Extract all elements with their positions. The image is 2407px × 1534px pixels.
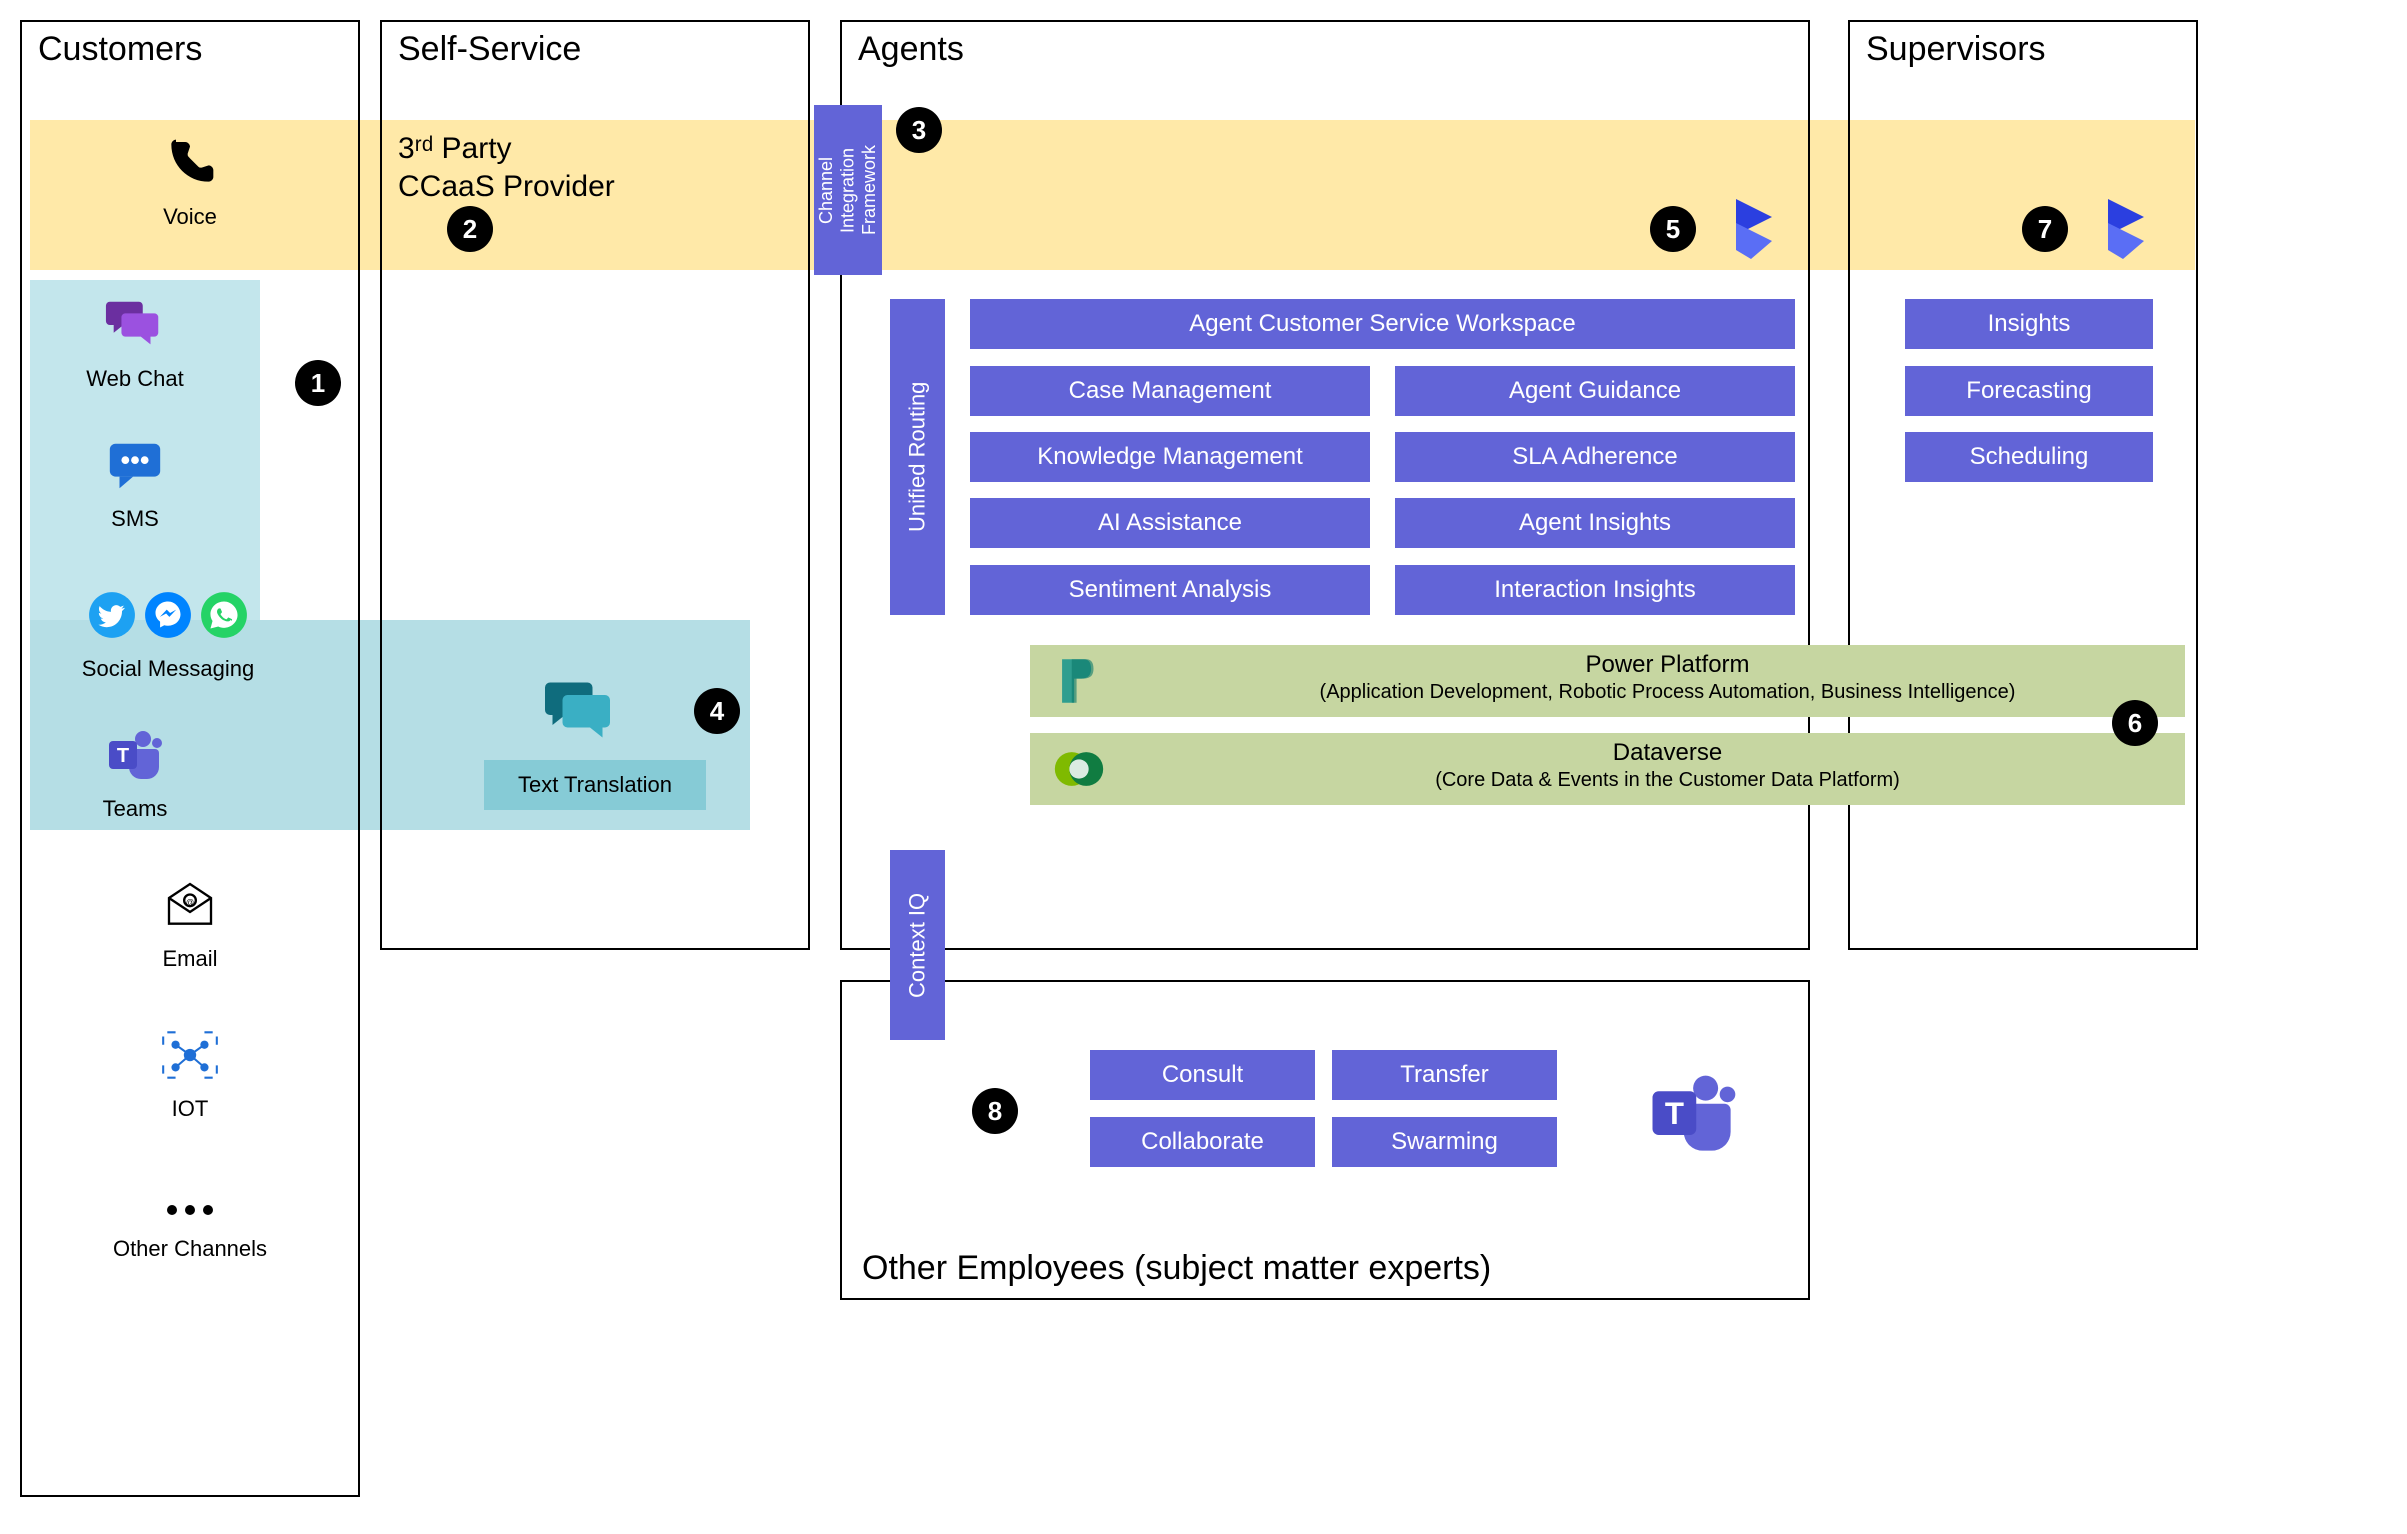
section-supervisors-title: Supervisors [1866,30,2046,69]
dynamics-icon-supervisors [2090,193,2162,265]
section-other-employees-title: Other Employees (subject matter experts) [862,1249,1491,1288]
dynamics-icon-agents [1718,193,1790,265]
teams-icon: T [35,720,235,790]
section-selfservice-title: Self-Service [398,30,581,69]
channel-voice: Voice [80,128,300,230]
ellipsis-icon [80,1190,300,1230]
block-sup-forecasting: Forecasting [1905,366,2153,416]
block-agent-guidance: Agent Guidance [1395,366,1795,416]
ccaas-label-line1: 3ʳᵈ Party [398,132,512,166]
badge-4: 4 [694,688,740,734]
block-case-mgmt: Case Management [970,366,1370,416]
messenger-icon [143,590,193,640]
phone-icon [80,128,300,198]
webchat-icon [35,290,235,360]
context-iq-block: Context IQ [890,850,945,1040]
block-transfer: Transfer [1332,1050,1557,1100]
channel-social: Social Messaging [48,580,288,682]
block-sentiment: Sentiment Analysis [970,565,1370,615]
channel-teams: T Teams [35,720,235,822]
block-sup-insights: Insights [1905,299,2153,349]
social-icons [48,580,288,650]
block-consult: Consult [1090,1050,1315,1100]
block-swarming: Swarming [1332,1117,1557,1167]
badge-5: 5 [1650,206,1696,252]
block-power-platform: Power Platform (Application Development,… [1030,645,2185,717]
block-agent-insights: Agent Insights [1395,498,1795,548]
cif-block: ChannelIntegrationFramework [814,105,882,275]
block-sup-scheduling: Scheduling [1905,432,2153,482]
channel-iot: IOT [80,1020,300,1122]
badge-2: 2 [447,206,493,252]
section-supervisors: Supervisors [1848,20,2198,950]
twitter-icon [87,590,137,640]
badge-3: 3 [896,107,942,153]
unified-routing-block: Unified Routing [890,299,945,615]
badge-1: 1 [295,360,341,406]
power-platform-icon [1050,652,1108,710]
dataverse-icon [1050,740,1108,798]
block-interaction-insights: Interaction Insights [1395,565,1795,615]
channel-webchat: Web Chat [35,290,235,392]
badge-7: 7 [2022,206,2068,252]
svg-text:T: T [1665,1096,1684,1131]
block-knowledge-mgmt: Knowledge Management [970,432,1370,482]
iot-icon [80,1020,300,1090]
pva-chat-icon [540,670,620,750]
block-sla: SLA Adherence [1395,432,1795,482]
block-text-translation: Text Translation [484,760,706,810]
channel-sms: SMS [35,430,235,532]
section-agents-title: Agents [858,30,964,69]
section-agents: Agents [840,20,1810,950]
block-dataverse: Dataverse (Core Data & Events in the Cus… [1030,733,2185,805]
badge-8: 8 [972,1088,1018,1134]
ccaas-label-line2: CCaaS Provider [398,170,615,204]
block-collaborate: Collaborate [1090,1117,1315,1167]
section-customers-title: Customers [38,30,202,69]
email-icon: @ [80,870,300,940]
channel-email: @ Email [80,870,300,972]
teams-icon-other-employees: T [1640,1060,1740,1160]
channel-other: Other Channels [80,1190,300,1262]
whatsapp-icon [199,590,249,640]
svg-text:T: T [117,745,129,767]
block-acsw: Agent Customer Service Workspace [970,299,1795,349]
badge-6: 6 [2112,700,2158,746]
svg-text:@: @ [186,898,194,907]
sms-icon [35,430,235,500]
block-ai-assist: AI Assistance [970,498,1370,548]
